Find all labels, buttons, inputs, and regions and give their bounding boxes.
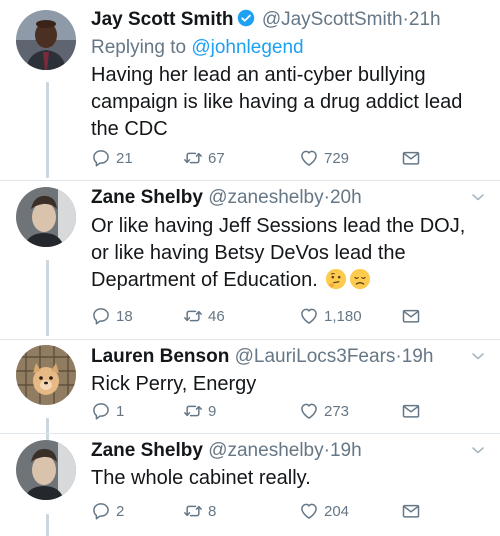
- replying-to: Replying to @johnlegend: [91, 35, 486, 60]
- heart-icon: [299, 401, 319, 421]
- reply-button[interactable]: 2: [91, 500, 124, 522]
- tweet-actions: 2 8 204: [91, 500, 460, 522]
- retweet-button[interactable]: 9: [183, 400, 216, 422]
- reply-handle-link[interactable]: @johnlegend: [191, 37, 303, 58]
- like-count: 729: [324, 149, 350, 167]
- direct-message-button[interactable]: [401, 305, 421, 327]
- reply-button[interactable]: 1: [91, 400, 124, 422]
- disappointed-face-icon: [350, 268, 371, 290]
- tweet-actions: 18 46 1,180: [91, 305, 460, 327]
- retweet-button[interactable]: 8: [183, 500, 216, 522]
- tweet-text: Or like having Jeff Sessions lead the DO…: [91, 215, 466, 291]
- tweet-header: Zane Shelby @zaneshelby·19h: [91, 439, 486, 463]
- retweet-button[interactable]: 67: [183, 147, 225, 169]
- avatar[interactable]: [16, 345, 76, 405]
- reply-count: 21: [116, 149, 133, 167]
- reply-count: 18: [116, 307, 133, 325]
- retweet-count: 9: [208, 402, 217, 420]
- tweet-text: Rick Perry, Energy: [91, 373, 257, 395]
- tweet-header: Jay Scott Smith @JayScottSmith·21h: [91, 8, 486, 32]
- replying-to-label: Replying to: [91, 37, 192, 58]
- chevron-down-icon[interactable]: [470, 348, 486, 364]
- author-name[interactable]: Lauren Benson: [91, 346, 229, 367]
- reply-icon: [91, 306, 111, 326]
- retweet-icon: [183, 306, 203, 326]
- tweet[interactable]: Jay Scott Smith @JayScottSmith·21h Reply…: [0, 0, 500, 180]
- author-name[interactable]: Zane Shelby: [91, 440, 203, 461]
- reply-icon: [91, 501, 111, 521]
- avatar[interactable]: [16, 10, 76, 70]
- reply-button[interactable]: 21: [91, 147, 133, 169]
- like-button[interactable]: 729: [299, 147, 349, 169]
- reply-icon: [91, 148, 111, 168]
- timestamp[interactable]: 21h: [409, 9, 441, 30]
- direct-message-button[interactable]: [401, 500, 421, 522]
- envelope-icon: [401, 306, 421, 326]
- timestamp[interactable]: 19h: [402, 346, 434, 367]
- like-button[interactable]: 1,180: [299, 305, 362, 327]
- timestamp[interactable]: 20h: [330, 187, 362, 208]
- direct-message-button[interactable]: [401, 400, 421, 422]
- reply-count: 2: [116, 502, 125, 520]
- retweet-icon: [183, 401, 203, 421]
- tweet-header: Lauren Benson @LauriLocs3Fears·19h: [91, 345, 486, 369]
- author-name[interactable]: Jay Scott Smith: [91, 9, 234, 30]
- reply-icon: [91, 401, 111, 421]
- avatar[interactable]: [16, 187, 76, 247]
- retweet-icon: [183, 501, 203, 521]
- tweet-actions: 21 67 729: [91, 147, 460, 169]
- retweet-count: 67: [208, 149, 225, 167]
- tweet-actions: 1 9 273: [91, 400, 460, 422]
- tweet-text: Having her lead an anti-cyber bullying c…: [91, 64, 463, 140]
- like-count: 273: [324, 402, 350, 420]
- envelope-icon: [401, 401, 421, 421]
- retweet-count: 8: [208, 502, 217, 520]
- author-handle[interactable]: @LauriLocs3Fears: [235, 346, 396, 367]
- like-count: 204: [324, 502, 350, 520]
- avatar[interactable]: [16, 440, 76, 500]
- author-handle[interactable]: @JayScottSmith: [262, 9, 403, 30]
- tweet[interactable]: Lauren Benson @LauriLocs3Fears·19h Rick …: [0, 340, 500, 433]
- heart-icon: [299, 501, 319, 521]
- envelope-icon: [401, 148, 421, 168]
- verified-badge-icon: [237, 9, 254, 27]
- direct-message-button[interactable]: [401, 147, 421, 169]
- chevron-down-icon[interactable]: [470, 189, 486, 205]
- like-count: 1,180: [324, 307, 362, 325]
- author-handle[interactable]: @zaneshelby: [208, 187, 323, 208]
- tweet[interactable]: Zane Shelby @zaneshelby·20h Or like havi…: [0, 181, 500, 339]
- reply-button[interactable]: 18: [91, 305, 133, 327]
- tweet-header: Zane Shelby @zaneshelby·20h: [91, 186, 486, 210]
- retweet-button[interactable]: 46: [183, 305, 225, 327]
- tweet-text-block: Or like having Jeff Sessions lead the DO…: [91, 213, 486, 294]
- like-button[interactable]: 273: [299, 400, 349, 422]
- like-button[interactable]: 204: [299, 500, 349, 522]
- author-name[interactable]: Zane Shelby: [91, 187, 203, 208]
- retweet-icon: [183, 148, 203, 168]
- tweet[interactable]: Zane Shelby @zaneshelby·19h The whole ca…: [0, 434, 500, 536]
- author-handle[interactable]: @zaneshelby: [208, 440, 323, 461]
- heart-icon: [299, 148, 319, 168]
- heart-icon: [299, 306, 319, 326]
- envelope-icon: [401, 501, 421, 521]
- tweet-text: The whole cabinet really.: [91, 467, 311, 489]
- reply-count: 1: [116, 402, 125, 420]
- retweet-count: 46: [208, 307, 225, 325]
- thinking-face-icon: [326, 268, 347, 290]
- chevron-down-icon[interactable]: [470, 442, 486, 458]
- timestamp[interactable]: 19h: [330, 440, 362, 461]
